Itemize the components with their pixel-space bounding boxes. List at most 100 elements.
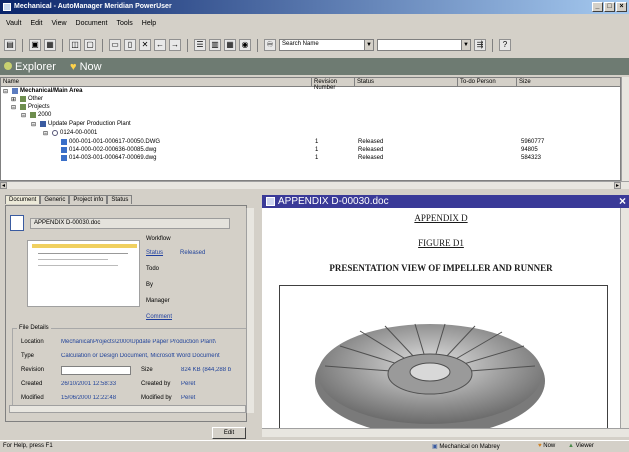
properties-vertical-scrollbar[interactable] [246, 208, 254, 413]
folder-icon [20, 104, 26, 110]
search-type-combo[interactable]: Search Name ▼ [279, 39, 374, 51]
status-help-text: For Help, press F1 [3, 443, 53, 449]
menu-document[interactable]: Document [76, 20, 108, 32]
edit-button[interactable]: Edit [212, 427, 246, 439]
preview-vertical-scrollbar[interactable] [620, 208, 629, 428]
expand-icon[interactable]: ⊞ [11, 96, 16, 103]
document-name-field[interactable]: APPENDIX D-00030.doc [30, 218, 230, 229]
minimize-button[interactable]: _ [592, 2, 603, 12]
app-icon [3, 3, 11, 11]
chevron-down-icon: ▼ [364, 40, 373, 50]
status-vault: ▣ Mechanical on Mabrey [432, 444, 500, 450]
properties-horizontal-scrollbar[interactable] [9, 405, 246, 413]
vault-icon: ▣ [432, 444, 438, 450]
preview-heading-presentation: PRESENTATION VIEW OF IMPELLER AND RUNNER [329, 263, 553, 273]
modified-value: 15/06/2000 12:22:48 [61, 395, 117, 401]
menu-bar: Vault Edit View Document Tools Help [0, 20, 629, 32]
preview-heading-appendix: APPENDIX D [414, 213, 468, 223]
tree-vertical-scrollbar[interactable] [621, 77, 629, 181]
collapse-icon[interactable]: ⊟ [43, 130, 48, 137]
type-value: Calculation or Design Document, Microsof… [61, 353, 220, 359]
search-value-combo[interactable]: ▼ [377, 39, 471, 51]
table-row[interactable]: 014-000-002-000636-00085.dwg 1 Released … [1, 147, 620, 155]
column-name[interactable]: Name [1, 78, 312, 87]
tab-document[interactable]: Document [5, 195, 41, 204]
filter-icon[interactable]: ⇶ [474, 39, 486, 51]
status-now[interactable]: ♥ Now [538, 443, 555, 449]
title-bar: Mechanical - AutoManager Meridian PowerU… [0, 0, 629, 14]
document-thumbnail [27, 240, 140, 307]
menu-view[interactable]: View [52, 20, 67, 32]
menu-tools[interactable]: Tools [116, 20, 132, 32]
collapse-icon[interactable]: ⊟ [11, 104, 16, 111]
menu-help[interactable]: Help [142, 20, 156, 32]
created-by-value: Peret [181, 381, 196, 387]
folder-icon [20, 96, 26, 102]
table-row[interactable]: 000-001-001-000617-00050.DWG 1 Released … [1, 139, 620, 147]
tab-status[interactable]: Status [107, 195, 133, 204]
created-value: 26/10/2001 12:58:33 [61, 381, 117, 387]
workflow-status-link[interactable]: Status [146, 250, 163, 256]
help-icon[interactable]: ? [499, 39, 511, 51]
scroll-left-icon[interactable]: ◂ [0, 182, 7, 189]
copy-icon[interactable]: ◫ [69, 39, 81, 51]
drawing-icon [61, 147, 67, 153]
column-size[interactable]: Size [517, 78, 620, 87]
scroll-right-icon[interactable]: ▸ [614, 182, 621, 189]
menu-vault[interactable]: Vault [6, 20, 21, 32]
viewer-icon: ▲ [568, 443, 574, 449]
forward-icon[interactable]: → [169, 39, 181, 51]
maximize-button[interactable]: □ [604, 2, 615, 12]
camera-icon[interactable]: ◉ [239, 39, 251, 51]
explorer-header: Explorer ♥ Now [0, 58, 629, 75]
folder-icon [30, 112, 36, 118]
now-icon: ♥ [69, 60, 77, 73]
chevron-down-icon: ▼ [461, 40, 470, 50]
delete-icon[interactable]: ✕ [139, 39, 151, 51]
open-icon[interactable]: ▤ [4, 39, 16, 51]
column-todo-person[interactable]: To-do Person [458, 78, 517, 87]
close-button[interactable]: × [616, 2, 627, 12]
workflow-todo-label: Todo [146, 266, 160, 272]
preview-title-bar: APPENDIX D-00030.doc × [262, 194, 629, 208]
explorer-icon [4, 61, 12, 70]
status-viewer[interactable]: ▲ Viewer [568, 443, 594, 449]
paste-icon[interactable]: ▢ [84, 39, 96, 51]
list-view-icon[interactable]: ☰ [194, 39, 206, 51]
modified-by-value: Peret [181, 395, 196, 401]
gear-icon [52, 130, 58, 136]
menu-edit[interactable]: Edit [30, 20, 42, 32]
now-tab[interactable]: ♥ Now [70, 61, 102, 73]
workflow-status-value: Released [180, 250, 206, 256]
revision-field[interactable] [61, 366, 131, 375]
properties-pane: Document Generic Project info Status APP… [0, 190, 255, 439]
project-icon [40, 121, 46, 127]
tree-horizontal-scrollbar[interactable]: ◂ ▸ [0, 181, 629, 189]
table-row[interactable]: 014-003-001-000647-00069.dwg 1 Released … [1, 155, 620, 163]
document-icon[interactable]: ▯ [124, 39, 136, 51]
window-title: Mechanical - AutoManager Meridian PowerU… [14, 3, 172, 10]
binoculars-icon[interactable]: ♾ [264, 39, 276, 51]
column-revision[interactable]: Revision Number [312, 78, 355, 91]
tab-generic[interactable]: Generic [40, 195, 70, 204]
collapse-icon[interactable]: ⊟ [21, 112, 26, 119]
workflow-by-label: By [146, 282, 154, 288]
collapse-icon[interactable]: ⊟ [31, 121, 36, 128]
preview-horizontal-scrollbar[interactable] [262, 428, 629, 437]
word-document-icon [10, 215, 24, 231]
details-view-icon[interactable]: ▥ [209, 39, 221, 51]
close-icon[interactable]: × [619, 194, 626, 208]
workflow-comment-link[interactable]: Comment [146, 314, 172, 320]
preview-title: APPENDIX D-00030.doc [278, 196, 389, 207]
save-icon[interactable]: ▦ [44, 39, 56, 51]
workflow-manager-label: Manager [146, 298, 170, 304]
thumbnail-view-icon[interactable]: ▦ [224, 39, 236, 51]
word-document-icon [266, 197, 275, 206]
column-status[interactable]: Status [355, 78, 458, 87]
collapse-icon[interactable]: ⊟ [3, 88, 8, 95]
properties-icon[interactable]: ▣ [29, 39, 41, 51]
folder-icon[interactable]: ▭ [109, 39, 121, 51]
tab-project-info[interactable]: Project info [69, 195, 108, 204]
back-icon[interactable]: ← [154, 39, 166, 51]
explorer-tab[interactable]: Explorer [4, 61, 56, 73]
